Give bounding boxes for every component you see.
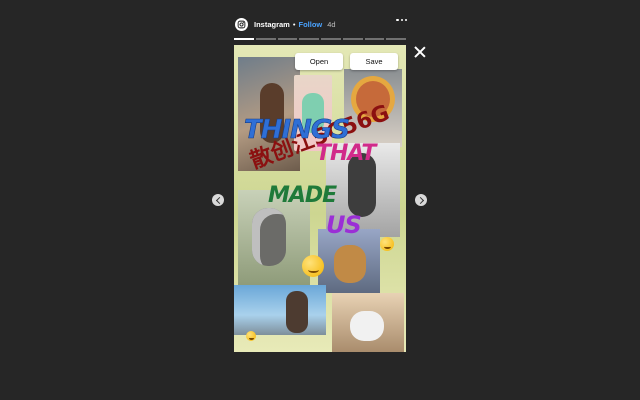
instagram-logo-icon[interactable] (235, 17, 248, 31)
username[interactable]: Instagram (254, 20, 290, 29)
progress-segment (321, 38, 341, 40)
chevron-left-icon[interactable] (212, 194, 224, 206)
progress-segment (234, 38, 254, 40)
close-icon[interactable] (413, 45, 427, 59)
story-progress-bar (234, 38, 406, 40)
title-word: THAT (316, 141, 376, 166)
progress-segment (364, 38, 385, 40)
progress-segment (255, 38, 276, 40)
progress-segment (386, 38, 406, 40)
smiley-icon (246, 331, 256, 341)
story-header: Instagram • Follow 4d (235, 15, 407, 33)
more-options-icon[interactable] (396, 19, 407, 22)
progress-segment (342, 38, 363, 40)
smiley-icon (380, 237, 394, 251)
chevron-right-icon[interactable] (415, 194, 427, 206)
open-button[interactable]: Open (295, 53, 343, 70)
collage-photo (234, 285, 326, 335)
save-button[interactable]: Save (350, 53, 398, 70)
post-time: 4d (327, 19, 336, 29)
progress-segment (277, 38, 298, 40)
smiley-icon (302, 255, 324, 277)
progress-segment (299, 38, 319, 40)
title-word: MADE (268, 183, 337, 208)
collage-photo (332, 293, 404, 352)
follow-button[interactable]: Follow (299, 20, 323, 29)
story-frame[interactable]: 散创江5C56G THINGS THAT MADE US Open Save (234, 45, 406, 352)
separator: • (292, 19, 296, 29)
title-word: US (326, 211, 362, 239)
